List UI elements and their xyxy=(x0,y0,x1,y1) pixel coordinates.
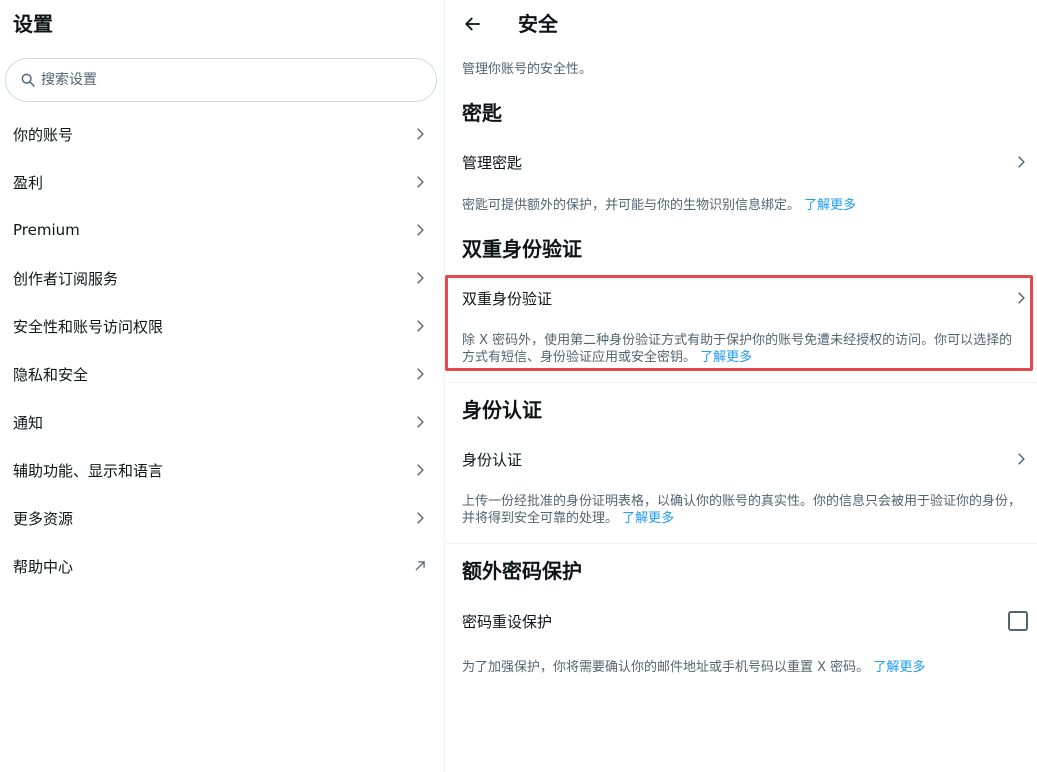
divider xyxy=(446,543,1037,544)
id-desc-text: 上传一份经批准的身份证明表格，以确认你的账号的真实性。你的信息只会被用于验证你的… xyxy=(462,494,1022,526)
extra-learn-more-link[interactable]: 了解更多 xyxy=(873,660,925,675)
menu-item-label: 隐私和安全 xyxy=(13,365,89,384)
chevron-right-icon xyxy=(417,368,424,380)
menu-item-account[interactable]: 你的账号 xyxy=(0,110,445,158)
chevron-right-icon xyxy=(417,176,424,188)
page-subtitle: 管理你账号的安全性。 xyxy=(462,62,593,77)
menu-item-security-access[interactable]: 安全性和账号访问权限 xyxy=(0,302,445,350)
divider xyxy=(446,382,1037,383)
passkey-heading: 密匙 xyxy=(462,101,502,125)
chevron-right-icon xyxy=(1018,292,1025,304)
back-arrow-icon[interactable] xyxy=(464,15,482,33)
id-verification-label: 身份认证 xyxy=(462,450,523,469)
chevron-right-icon xyxy=(1018,453,1025,465)
manage-passkey-row[interactable]: 管理密匙 xyxy=(462,147,1028,177)
chevron-right-icon xyxy=(417,320,424,332)
password-reset-label: 密码重设保护 xyxy=(462,612,553,631)
settings-sidebar: 设置 你的账号 盈利 Premium 创作者订阅服务 安全性和账号访问权限 xyxy=(0,0,445,772)
menu-item-premium[interactable]: Premium xyxy=(0,206,445,254)
chevron-right-icon xyxy=(417,512,424,524)
twofa-learn-more-link[interactable]: 了解更多 xyxy=(700,350,752,365)
menu-item-label: 你的账号 xyxy=(13,125,74,144)
menu-item-notifications[interactable]: 通知 xyxy=(0,398,445,446)
chevron-right-icon xyxy=(417,224,424,236)
menu-item-label: Premium xyxy=(13,221,80,239)
menu-item-label: 通知 xyxy=(13,413,44,432)
chevron-right-icon xyxy=(417,272,424,284)
id-description: 上传一份经批准的身份证明表格，以确认你的账号的真实性。你的信息只会被用于验证你的… xyxy=(462,493,1024,527)
menu-item-label: 辅助功能、显示和语言 xyxy=(13,461,164,480)
menu-item-accessibility[interactable]: 辅助功能、显示和语言 xyxy=(0,446,445,494)
id-verification-row[interactable]: 身份认证 xyxy=(462,444,1028,474)
id-heading: 身份认证 xyxy=(462,398,542,422)
search-icon xyxy=(21,73,35,87)
manage-passkey-label: 管理密匙 xyxy=(462,153,523,172)
menu-item-help-center[interactable]: 帮助中心 xyxy=(0,542,445,590)
passkey-learn-more-link[interactable]: 了解更多 xyxy=(804,198,856,213)
page-title: 安全 xyxy=(518,12,558,36)
menu-item-label: 创作者订阅服务 xyxy=(13,269,119,288)
passkey-description: 密匙可提供额外的保护，并可能与你的生物识别信息绑定。 了解更多 xyxy=(462,197,1022,214)
chevron-right-icon xyxy=(417,464,424,476)
settings-title: 设置 xyxy=(13,12,53,36)
menu-item-label: 更多资源 xyxy=(13,509,74,528)
chevron-right-icon xyxy=(1018,156,1025,168)
chevron-right-icon xyxy=(417,128,424,140)
menu-item-label: 安全性和账号访问权限 xyxy=(13,317,164,336)
twofa-row[interactable]: 双重身份验证 xyxy=(462,283,1028,313)
menu-item-label: 帮助中心 xyxy=(13,557,74,576)
search-input[interactable] xyxy=(41,72,401,88)
twofa-heading: 双重身份验证 xyxy=(462,237,582,261)
menu-item-privacy[interactable]: 隐私和安全 xyxy=(0,350,445,398)
search-box[interactable] xyxy=(5,58,437,102)
menu-item-label: 盈利 xyxy=(13,173,44,192)
settings-menu: 你的账号 盈利 Premium 创作者订阅服务 安全性和账号访问权限 隐私和安全… xyxy=(0,110,445,590)
twofa-description: 除 X 密码外，使用第二种身份验证方式有助于保护你的账号免遭未经授权的访问。你可… xyxy=(462,332,1024,366)
extra-desc-text: 为了加强保护，你将需要确认你的邮件地址或手机号码以重置 X 密码。 xyxy=(462,660,870,675)
extra-heading: 额外密码保护 xyxy=(462,559,582,583)
security-panel: 安全 管理你账号的安全性。 密匙 管理密匙 密匙可提供额外的保护，并可能与你的生… xyxy=(445,0,1037,772)
password-reset-checkbox[interactable] xyxy=(1008,611,1028,631)
id-learn-more-link[interactable]: 了解更多 xyxy=(622,511,674,526)
chevron-right-icon xyxy=(417,416,424,428)
external-arrow-icon xyxy=(415,561,425,571)
passkey-desc-text: 密匙可提供额外的保护，并可能与你的生物识别信息绑定。 xyxy=(462,198,801,213)
password-reset-row[interactable]: 密码重设保护 xyxy=(462,606,1028,636)
extra-description: 为了加强保护，你将需要确认你的邮件地址或手机号码以重置 X 密码。 了解更多 xyxy=(462,659,1024,676)
menu-item-more-resources[interactable]: 更多资源 xyxy=(0,494,445,542)
menu-item-monetization[interactable]: 盈利 xyxy=(0,158,445,206)
twofa-label: 双重身份验证 xyxy=(462,289,553,308)
menu-item-creator-subscriptions[interactable]: 创作者订阅服务 xyxy=(0,254,445,302)
